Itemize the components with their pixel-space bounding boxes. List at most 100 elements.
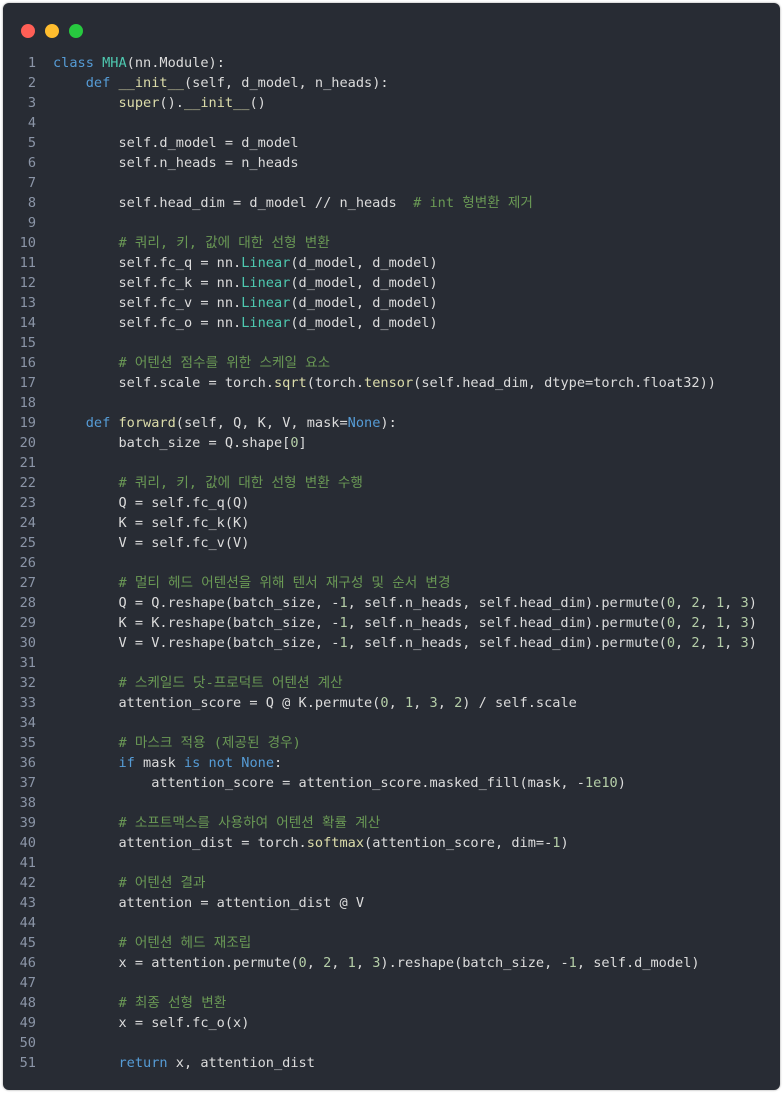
code-line: 48 # 최종 선형 변환 [3,993,780,1013]
code-text: super().__init__() [53,93,266,113]
code-text: # 멀티 헤드 어텐션을 위해 텐서 재구성 및 순서 변경 [53,573,450,593]
code-line: 7 [3,173,780,193]
code-token: # 소프트맥스를 사용하여 어텐션 확률 계산 [118,815,381,831]
code-token: , [724,595,741,611]
code-token: self.scale = torch. [53,375,274,391]
code-line: 32 # 스케일드 닷-프로덕트 어텐션 계산 [3,673,780,693]
code-token: # 최종 선형 변환 [118,995,227,1011]
line-number: 6 [27,155,36,171]
code-line: 23 Q = self.fc_q(Q) [3,493,780,513]
code-text: # 쿼리, 키, 값에 대한 선형 변환 [53,233,329,253]
line-number: 17 [19,375,36,391]
code-line: 15 [3,333,780,353]
code-line: 29 K = K.reshape(batch_size, -1, self.n_… [3,613,780,633]
code-token: , [699,595,716,611]
minimize-icon[interactable] [45,24,59,38]
code-line: 26 [3,553,780,573]
code-token: V = self.fc_v(V) [53,535,250,551]
code-editor[interactable]: 1 class MHA(nn.Module): 2 def __init__(sel… [3,53,780,1073]
code-token: K = K.reshape(batch_size, - [53,615,340,631]
code-token: 0 [290,435,299,451]
line-number: 24 [19,515,36,531]
code-text: # 어텐션 결과 [53,873,206,893]
code-text: self.fc_q = nn.Linear(d_model, d_model) [53,253,437,273]
code-token: # 어텐션 점수를 위한 스케일 요소 [118,355,331,371]
code-line: 40 attention_dist = torch.softmax(attent… [3,833,780,853]
code-line: 33 attention_score = Q @ K.permute(0, 1,… [3,693,780,713]
maximize-icon[interactable] [69,24,83,38]
line-number: 51 [19,1055,36,1071]
line-number: 44 [19,915,36,931]
code-token: (self.head_dim, dtype=torch.float32)) [413,375,716,391]
code-token: tensor [364,375,414,391]
line-number: 40 [19,835,36,851]
code-token: (). [159,95,184,111]
code-token: # 어텐션 결과 [118,875,206,891]
code-text: batch_size = Q.shape[0] [53,433,306,453]
code-text: Q = Q.reshape(batch_size, -1, self.n_hea… [53,593,756,613]
line-number: 30 [19,635,36,651]
line-number: 23 [19,495,36,511]
code-line: 27 # 멀티 헤드 어텐션을 위해 텐서 재구성 및 순서 변경 [3,573,780,593]
code-line: 34 [3,713,780,733]
code-token: ) [748,635,757,651]
code-token: V = V.reshape(batch_size, - [53,635,340,651]
code-line: 6 self.n_heads = n_heads [3,153,780,173]
code-token: # 스케일드 닷-프로덕트 어텐션 계산 [118,675,343,691]
line-number: 16 [19,355,36,371]
code-token: Linear [241,255,291,271]
line-number: 15 [19,335,36,351]
line-number: 4 [27,115,36,131]
code-token: __init__ [183,95,250,111]
line-number: 22 [19,475,36,491]
code-token: if [118,755,135,771]
code-token: (self, d_model, n_heads): [183,75,389,91]
code-token: Linear [241,275,291,291]
code-text: attention_score = attention_score.masked… [53,773,626,793]
code-line: 50 [3,1033,780,1053]
line-number: 35 [19,735,36,751]
close-icon[interactable] [21,24,35,38]
code-token: (d_model, d_model) [290,275,438,291]
code-line: 30 V = V.reshape(batch_size, -1, self.n_… [3,633,780,653]
code-token: 1e10 [584,775,618,791]
code-text: class MHA(nn.Module): [53,53,225,73]
code-line: 24 K = self.fc_k(K) [3,513,780,533]
code-token: 2 [691,635,700,651]
code-token: attention_score = Q @ K.permute( [53,695,381,711]
code-token: 1 [339,635,348,651]
line-number: 36 [19,755,36,771]
code-line: 20 batch_size = Q.shape[0] [3,433,780,453]
code-token: 3 [740,635,749,651]
code-token: ).reshape(batch_size, - [380,955,569,971]
code-token: () [249,95,266,111]
line-number: 18 [19,395,36,411]
code-token: self.fc_v = nn. [53,295,242,311]
code-token: sqrt [273,375,307,391]
line-number: 25 [19,535,36,551]
line-number: 46 [19,955,36,971]
code-text: # 쿼리, 키, 값에 대한 선형 변환 수행 [53,473,362,493]
code-text: def __init__(self, d_model, n_heads): [53,73,389,93]
code-token: self.n_heads = n_heads [53,155,299,171]
code-text: # 어텐션 점수를 위한 스케일 요소 [53,353,330,373]
code-text: return x, attention_dist [53,1053,314,1073]
line-number: 8 [27,195,36,211]
code-token: self.head_dim = d_model // n_heads [53,195,414,211]
code-token: Linear [241,295,291,311]
code-token: 3 [429,695,438,711]
code-token: , self.n_heads, self.head_dim).permute( [347,615,667,631]
code-line: 47 [3,973,780,993]
code-line: 13 self.fc_v = nn.Linear(d_model, d_mode… [3,293,780,313]
code-token: (d_model, d_model) [290,315,438,331]
code-line: 25 V = self.fc_v(V) [3,533,780,553]
code-token: , [724,635,741,651]
code-token: return [118,1055,168,1071]
code-text: def forward(self, Q, K, V, mask=None): [53,413,397,433]
code-token: 3 [740,615,749,631]
